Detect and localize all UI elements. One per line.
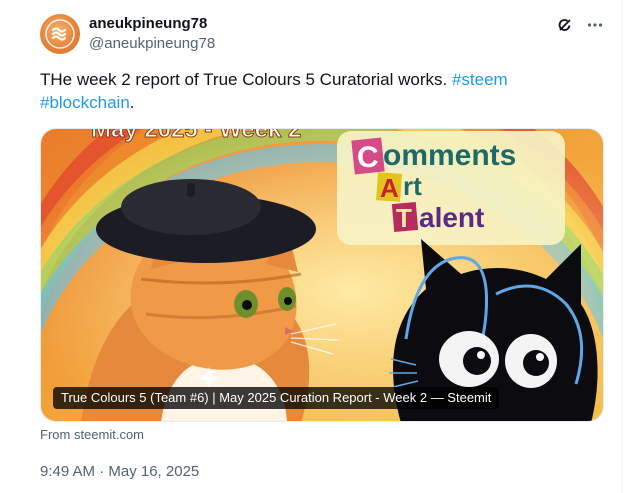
hashtag-blockchain[interactable]: #blockchain: [40, 93, 130, 112]
hashtag-steem[interactable]: #steem: [452, 70, 508, 89]
steem-logo-icon: [45, 19, 75, 49]
card-image: May 2025 - Week 2 C omments A rt T alent: [41, 129, 603, 421]
image-title-letter-t: T: [396, 203, 412, 233]
image-banner-text: May 2025 - Week 2: [91, 129, 301, 143]
link-card[interactable]: May 2025 - Week 2 C omments A rt T alent: [40, 128, 604, 422]
more-icon[interactable]: [586, 16, 604, 34]
card-source-link[interactable]: From steemit.com: [40, 427, 144, 443]
image-title-line-2: rt: [403, 171, 422, 201]
image-title-letter-c: C: [357, 141, 379, 174]
header-actions: [556, 16, 604, 34]
avatar[interactable]: [40, 14, 80, 54]
image-title-line-1: omments: [383, 139, 516, 172]
tweet-body: THe week 2 report of True Colours 5 Cura…: [40, 70, 448, 89]
grok-icon[interactable]: [556, 16, 574, 34]
image-title-letter-a: A: [380, 173, 399, 203]
author-display-name[interactable]: aneukpineung78: [89, 14, 215, 34]
tweet-header: aneukpineung78 @aneukpineung78: [40, 14, 604, 54]
author-handle[interactable]: @aneukpineung78: [89, 34, 215, 54]
image-title-line-3: alent: [419, 202, 484, 233]
card-caption[interactable]: True Colours 5 (Team #6) | May 2025 Cura…: [53, 387, 500, 409]
tweet-timestamp[interactable]: 9:49 AM · May 16, 2025: [40, 462, 199, 482]
author-names: aneukpineung78 @aneukpineung78: [89, 14, 215, 54]
tweet-trailing: .: [129, 93, 135, 112]
timeline-border: [622, 0, 623, 493]
tweet-text: THe week 2 report of True Colours 5 Cura…: [40, 68, 600, 114]
